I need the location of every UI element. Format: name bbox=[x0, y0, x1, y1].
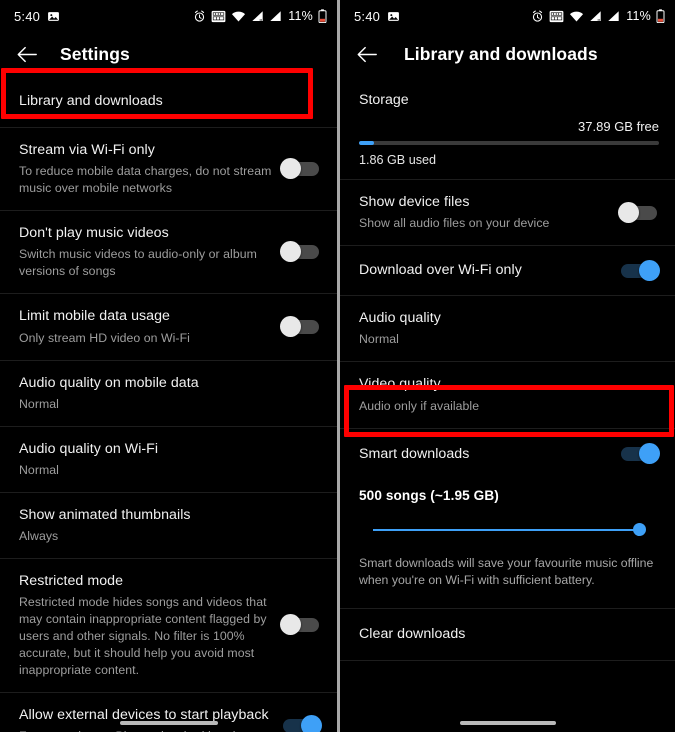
toggle-dont-play-music-videos[interactable] bbox=[280, 241, 319, 263]
status-bar-left: 5:40 R 11% bbox=[0, 0, 337, 32]
list-item-smart-downloads[interactable]: Smart downloads bbox=[340, 428, 675, 480]
toggle-download-over-wifi-only[interactable] bbox=[621, 259, 660, 281]
app-bar-left: Settings bbox=[0, 32, 337, 76]
list-item-title: Show device files bbox=[359, 194, 470, 210]
signal-bars-icon bbox=[607, 10, 620, 23]
list-item-title: Restricted mode bbox=[19, 572, 124, 589]
list-item-subtitle: To reduce mobile data charges, do not st… bbox=[19, 164, 272, 196]
storage-progress-bar bbox=[359, 141, 659, 145]
storage-free-label: 37.89 GB free bbox=[578, 119, 659, 134]
status-time: 5:40 bbox=[14, 8, 41, 24]
signal-bars-icon: R bbox=[251, 10, 264, 23]
signal-bars-icon bbox=[269, 10, 282, 23]
list-item-title: Audio quality on Wi-Fi bbox=[19, 440, 159, 457]
storage-label: Storage bbox=[359, 92, 409, 108]
status-bar-right: 5:40 R 11% bbox=[340, 0, 675, 32]
list-item-title: Don't play music videos bbox=[19, 225, 169, 242]
list-item-title: Clear downloads bbox=[359, 625, 466, 642]
image-icon bbox=[387, 10, 400, 23]
smart-downloads-description: Smart downloads will save your favourite… bbox=[359, 555, 654, 588]
toggle-smart-downloads[interactable] bbox=[621, 443, 660, 465]
page-title: Library and downloads bbox=[404, 43, 598, 64]
list-item-title: Stream via Wi-Fi only bbox=[19, 142, 155, 159]
battery-percent-label: 11% bbox=[626, 9, 651, 23]
list-item-title: Video quality bbox=[359, 376, 441, 393]
alarm-icon bbox=[193, 10, 206, 23]
list-item-subtitle: Restricted mode hides songs and videos t… bbox=[19, 595, 267, 677]
list-item-stream-via-wifi-only[interactable]: Stream via Wi-Fi only To reduce mobile d… bbox=[0, 128, 337, 212]
sidebar-item-library-and-downloads[interactable]: Library and downloads bbox=[0, 76, 337, 129]
slider-thumb[interactable] bbox=[633, 522, 646, 536]
list-item-subtitle: Normal bbox=[19, 462, 59, 477]
settings-list-left: Library and downloads Stream via Wi-Fi o… bbox=[0, 76, 337, 732]
list-item-audio-quality[interactable]: Audio quality Normal bbox=[340, 296, 675, 363]
left-phone-screen: 5:40 R 11% Settings Library and download… bbox=[0, 0, 337, 732]
battery-percent-label: 11% bbox=[288, 9, 313, 23]
list-item-audio-quality-mobile-data[interactable]: Audio quality on mobile data Normal bbox=[0, 360, 337, 427]
list-item-title: Audio quality on mobile data bbox=[19, 374, 199, 391]
back-arrow-icon[interactable] bbox=[14, 41, 40, 67]
toggle-stream-via-wifi-only[interactable] bbox=[280, 158, 319, 180]
list-item-show-device-files[interactable]: Show device files Show all audio files o… bbox=[340, 180, 675, 247]
gesture-bar-right[interactable] bbox=[340, 721, 675, 725]
toggle-restricted-mode[interactable] bbox=[280, 614, 319, 636]
app-bar-right: Library and downloads bbox=[340, 32, 675, 76]
smart-downloads-slider[interactable] bbox=[359, 519, 655, 541]
wifi-icon bbox=[231, 10, 246, 23]
list-item-limit-mobile-data-usage[interactable]: Limit mobile data usage Only stream HD v… bbox=[0, 294, 337, 361]
settings-list-right: Show device files Show all audio files o… bbox=[340, 180, 675, 661]
list-item-subtitle: For example, car Bluetooth, wired headse… bbox=[19, 728, 273, 732]
list-item-restricted-mode[interactable]: Restricted mode Restricted mode hides so… bbox=[0, 558, 337, 693]
wifi-icon bbox=[569, 10, 584, 23]
smart-downloads-count-label: 500 songs (~1.95 GB) bbox=[359, 487, 499, 503]
list-item-subtitle: Normal bbox=[19, 396, 59, 411]
signal-bars-icon: R bbox=[589, 10, 602, 23]
alarm-icon bbox=[531, 10, 544, 23]
storage-progress-fill bbox=[359, 141, 374, 145]
list-item-video-quality[interactable]: Video quality Audio only if available bbox=[340, 362, 675, 429]
list-item-download-over-wifi-only[interactable]: Download over Wi-Fi only bbox=[340, 246, 675, 297]
back-arrow-icon[interactable] bbox=[354, 41, 380, 67]
slider-track bbox=[373, 528, 641, 531]
right-phone-screen: 5:40 R 11% Library and downloads Storage… bbox=[337, 0, 675, 732]
battery-icon bbox=[656, 9, 665, 24]
list-item-subtitle: Normal bbox=[359, 332, 399, 347]
smart-downloads-detail: 500 songs (~1.95 GB) Smart downloads wil… bbox=[340, 479, 675, 609]
list-item-subtitle: Switch music videos to audio-only or alb… bbox=[19, 247, 257, 279]
page-title: Settings bbox=[60, 43, 130, 64]
list-item-audio-quality-wifi[interactable]: Audio quality on Wi-Fi Normal bbox=[0, 426, 337, 493]
gesture-bar-left[interactable] bbox=[0, 721, 337, 725]
list-item-title: Show animated thumbnails bbox=[19, 506, 191, 523]
list-item-title: Audio quality bbox=[359, 310, 441, 327]
status-time: 5:40 bbox=[354, 8, 381, 24]
list-item-dont-play-music-videos[interactable]: Don't play music videos Switch music vid… bbox=[0, 211, 337, 295]
list-item-subtitle: Show all audio files on your device bbox=[359, 216, 550, 231]
list-item-subtitle: Audio only if available bbox=[359, 398, 480, 413]
battery-icon bbox=[318, 9, 327, 24]
image-icon bbox=[47, 10, 60, 23]
list-item-subtitle: Always bbox=[19, 528, 59, 543]
toggle-show-device-files[interactable] bbox=[618, 201, 657, 223]
list-item-title: Download over Wi-Fi only bbox=[359, 262, 522, 279]
svg-text:R: R bbox=[260, 17, 263, 22]
vowifi-icon bbox=[549, 10, 564, 23]
list-item-show-animated-thumbnails[interactable]: Show animated thumbnails Always bbox=[0, 492, 337, 559]
storage-section: Storage 37.89 GB free 1.86 GB used bbox=[340, 76, 675, 180]
vowifi-icon bbox=[211, 10, 226, 23]
list-item-subtitle: Only stream HD video on Wi-Fi bbox=[19, 330, 190, 345]
list-item-clear-downloads[interactable]: Clear downloads bbox=[340, 608, 675, 661]
list-item-title: Smart downloads bbox=[359, 445, 470, 462]
list-item-title: Limit mobile data usage bbox=[19, 308, 170, 325]
storage-used-label: 1.86 GB used bbox=[359, 153, 437, 167]
svg-text:R: R bbox=[598, 17, 601, 22]
list-item-title: Library and downloads bbox=[19, 93, 163, 109]
toggle-limit-mobile-data-usage[interactable] bbox=[280, 315, 319, 337]
list-item-allow-external-devices[interactable]: Allow external devices to start playback… bbox=[0, 692, 337, 732]
screenshot-root: 5:40 R 11% Settings Library and download… bbox=[0, 0, 675, 732]
